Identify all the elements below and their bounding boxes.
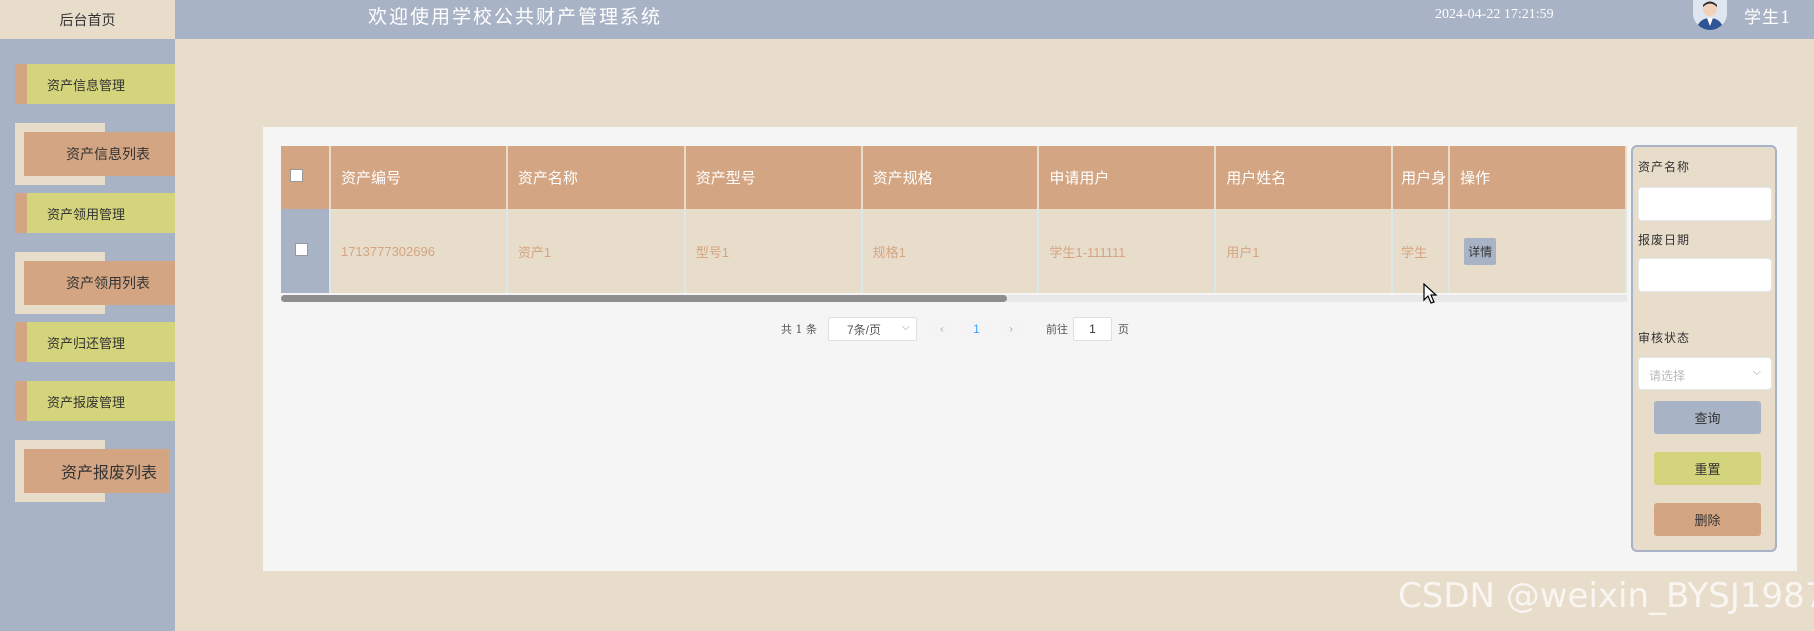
user-avatar-icon[interactable] <box>1693 0 1727 30</box>
cell-user-role: 学生 <box>1392 209 1451 293</box>
asset-name-input[interactable] <box>1638 187 1772 221</box>
column-header[interactable]: 资产名称 <box>506 146 686 209</box>
cell-asset-name: 资产1 <box>506 209 686 293</box>
column-header[interactable]: 资产型号 <box>684 146 863 209</box>
select-all-cell <box>281 146 331 209</box>
goto-page-input[interactable]: 1 <box>1073 317 1112 341</box>
cell-actions: 详情 <box>1449 209 1627 293</box>
page-size-value: 7条/页 <box>847 322 882 337</box>
sidebar-item-asset-scrap-mgmt[interactable]: 资产报废管理 <box>15 381 175 421</box>
chevron-left-icon[interactable]: ‹ <box>929 317 955 341</box>
review-status-label: 审核状态 <box>1638 331 1691 345</box>
sidebar-item-asset-use-mgmt[interactable]: 资产领用管理 <box>15 193 175 233</box>
column-header[interactable]: 资产编号 <box>329 146 508 209</box>
reset-button[interactable]: 重置 <box>1654 452 1761 485</box>
cell-user-name: 用户1 <box>1215 209 1394 293</box>
page-size-select[interactable]: 7条/页 ⌵ <box>828 317 917 341</box>
page-suffix-label: 页 <box>1118 323 1129 336</box>
chevron-down-icon: ⌵ <box>901 321 910 333</box>
pagination-total: 共 1 条 <box>781 323 817 336</box>
column-header[interactable]: 申请用户 <box>1038 146 1217 209</box>
review-status-placeholder: 请选择 <box>1649 369 1686 383</box>
review-status-select[interactable]: 请选择 ⌵ <box>1638 357 1772 390</box>
column-header[interactable]: 用户身 <box>1392 146 1451 209</box>
goto-label: 前往 <box>1046 323 1068 336</box>
watermark-text: CSDN @weixin_BYSJ1987 <box>1398 576 1814 616</box>
asset-name-label: 资产名称 <box>1638 160 1691 174</box>
query-button[interactable]: 查询 <box>1654 401 1761 434</box>
data-table-wrapper: 资产编号 资产名称 资产型号 资产规格 申请用户 用户姓名 用户身 操作 171… <box>281 146 1627 300</box>
delete-button[interactable]: 删除 <box>1654 503 1761 536</box>
scrap-date-label: 报废日期 <box>1638 233 1691 247</box>
sidebar-item-asset-info-list[interactable]: 资产信息列表 <box>24 132 175 176</box>
chevron-right-icon[interactable]: › <box>998 317 1024 341</box>
cell-asset-no: 1713777302696 <box>329 209 508 293</box>
table-row[interactable]: 1713777302696 资产1 型号1 规格1 学生1-111111 用户1… <box>281 209 1627 293</box>
sidebar-item-asset-return-mgmt[interactable]: 资产归还管理 <box>15 322 175 362</box>
column-header[interactable]: 用户姓名 <box>1215 146 1394 209</box>
page-number-current[interactable]: 1 <box>961 317 992 341</box>
horizontal-scrollbar-thumb[interactable] <box>281 295 1007 302</box>
column-header[interactable]: 资产规格 <box>861 146 1040 209</box>
detail-button[interactable]: 详情 <box>1464 237 1497 265</box>
table-header-row: 资产编号 资产名称 资产型号 资产规格 申请用户 用户姓名 用户身 操作 <box>281 146 1627 209</box>
sidebar-item-asset-scrap-list[interactable]: 资产报废列表 <box>24 449 169 493</box>
scrap-date-input[interactable] <box>1638 258 1772 292</box>
cell-apply-user: 学生1-111111 <box>1038 209 1217 293</box>
chevron-down-icon: ⌵ <box>1752 366 1761 378</box>
username[interactable]: 学生1 <box>1744 3 1792 28</box>
home-tab[interactable]: 后台首页 <box>0 0 175 39</box>
sidebar-item-asset-info-mgmt[interactable]: 资产信息管理 <box>15 64 175 104</box>
column-header: 操作 <box>1449 146 1627 209</box>
current-datetime: 2024-04-22 17:21:59 <box>1435 7 1554 22</box>
cell-asset-spec: 规格1 <box>861 209 1040 293</box>
row-check-cell <box>281 209 331 293</box>
top-header: 后台首页 欢迎使用学校公共财产管理系统 2024-04-22 17:21:59 … <box>0 0 1814 39</box>
sidebar-item-asset-use-list[interactable]: 资产领用列表 <box>24 261 175 305</box>
row-checkbox[interactable] <box>295 243 308 256</box>
cell-asset-model: 型号1 <box>684 209 863 293</box>
app-title: 欢迎使用学校公共财产管理系统 <box>368 6 663 28</box>
select-all-checkbox[interactable] <box>290 169 303 182</box>
data-table: 资产编号 资产名称 资产型号 资产规格 申请用户 用户姓名 用户身 操作 171… <box>281 146 1627 293</box>
mouse-cursor-icon <box>1423 283 1438 304</box>
